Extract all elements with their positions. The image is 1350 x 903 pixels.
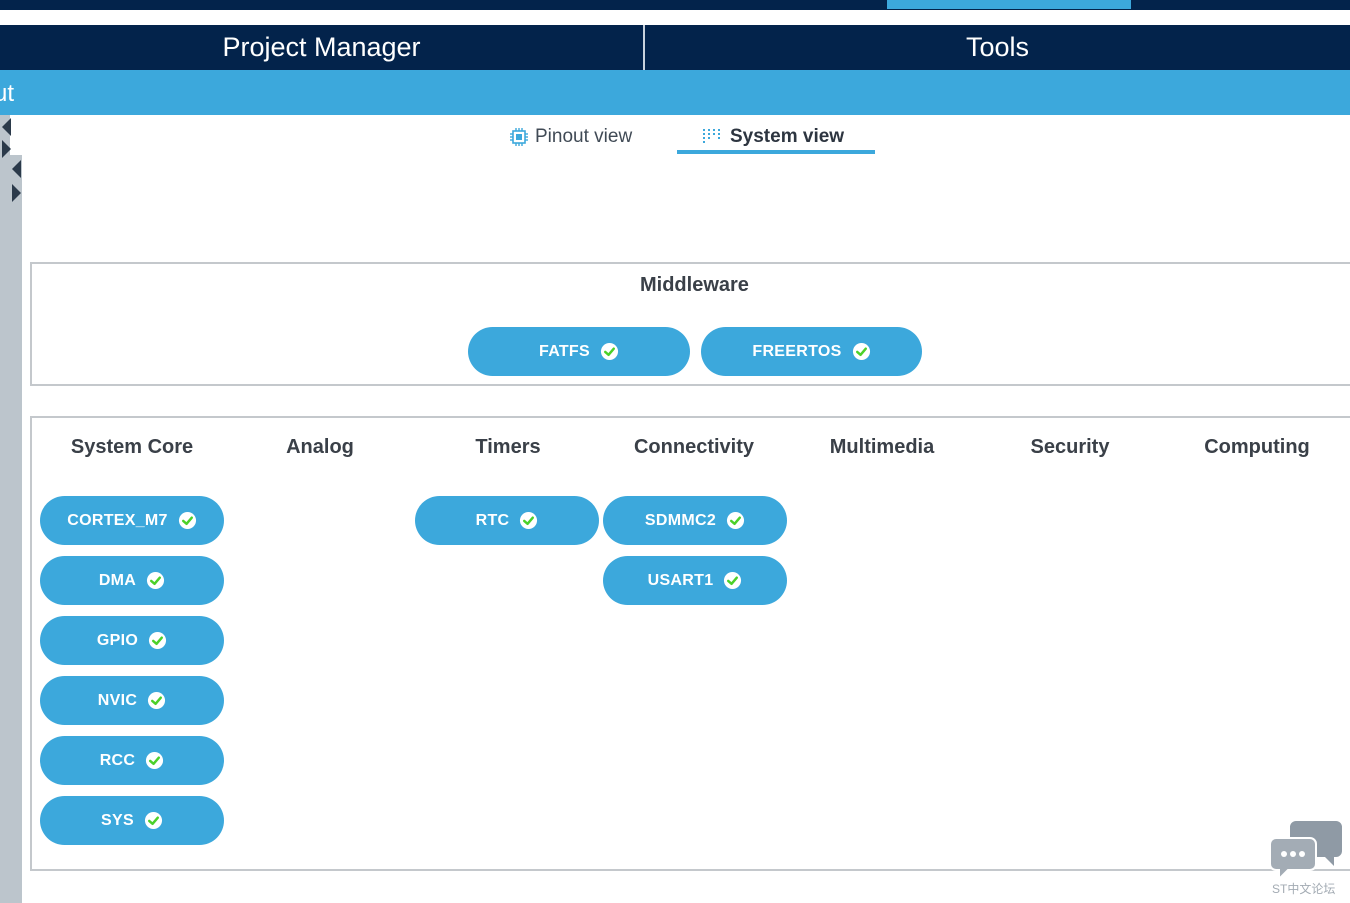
subbar-title: ut xyxy=(0,80,15,107)
collapse-left-arrow-icon-2[interactable] xyxy=(12,160,21,178)
peripheral-button-usart1[interactable]: USART1 xyxy=(603,556,787,605)
category-header-multimedia: Multimedia xyxy=(829,436,935,458)
peripheral-button-sdmmc2[interactable]: SDMMC2 xyxy=(603,496,787,545)
peripheral-button-dma[interactable]: DMA xyxy=(40,556,224,605)
pill-label: RCC xyxy=(99,751,136,769)
category-header-connectivity: Connectivity xyxy=(633,436,755,458)
category-header-security: Security xyxy=(1030,436,1110,458)
pinout-configuration-bar: ut xyxy=(0,70,1350,115)
tab-divider xyxy=(643,25,645,70)
peripheral-button-sys[interactable]: SYS xyxy=(40,796,224,845)
pinout-view-label: Pinout view xyxy=(535,126,633,147)
expand-right-arrow-icon-2[interactable] xyxy=(12,184,21,202)
peripheral-button-nvic[interactable]: NVIC xyxy=(40,676,224,725)
left-side-panel xyxy=(0,115,22,903)
middleware-title: Middleware xyxy=(640,274,749,296)
check-circle-icon xyxy=(178,511,196,530)
left-panel-gap xyxy=(10,115,22,155)
pill-label: GPIO xyxy=(96,631,139,649)
top-strip xyxy=(0,0,1350,10)
category-header-analog: Analog xyxy=(286,436,354,458)
chip-icon xyxy=(510,127,528,146)
top-strip-active-indicator xyxy=(887,0,1131,9)
system-grid-icon xyxy=(703,128,720,143)
expand-right-arrow-icon[interactable] xyxy=(2,140,11,158)
middleware-button-fatfs[interactable]: FATFS xyxy=(468,327,690,376)
check-circle-icon xyxy=(148,691,166,710)
check-circle-icon xyxy=(144,811,163,830)
tab-pinout-view[interactable]: Pinout view xyxy=(509,122,632,152)
pill-label: SYS xyxy=(101,811,134,829)
check-circle-icon xyxy=(147,571,165,590)
check-circle-icon xyxy=(600,342,619,361)
pill-label: NVIC xyxy=(97,691,138,709)
check-circle-icon xyxy=(727,511,745,530)
category-header-computing: Computing xyxy=(1204,436,1310,458)
tab-system-view[interactable]: System view xyxy=(702,122,844,152)
middleware-button-freertos[interactable]: FREERTOS xyxy=(701,327,922,376)
active-tab-underline xyxy=(677,150,875,154)
system-view-label: System view xyxy=(730,126,845,147)
main-tab-bar: Project Manager Tools xyxy=(0,25,1350,70)
category-header-system-core: System Core xyxy=(70,436,194,458)
category-header-timers: Timers xyxy=(475,436,541,458)
peripheral-button-rtc[interactable]: RTC xyxy=(415,496,599,545)
tab-tools[interactable]: Tools xyxy=(645,25,1350,70)
peripheral-button-cortex-m7[interactable]: CORTEX_M7 xyxy=(40,496,224,545)
check-circle-icon xyxy=(520,511,538,530)
categories-panel xyxy=(30,416,1350,871)
pill-label: SDMMC2 xyxy=(644,511,717,529)
pill-label: DMA xyxy=(98,571,137,589)
pill-label: RTC xyxy=(475,511,510,529)
pill-label: FATFS xyxy=(539,342,590,360)
check-circle-icon xyxy=(149,631,167,650)
peripheral-button-gpio[interactable]: GPIO xyxy=(40,616,224,665)
pill-label: USART1 xyxy=(647,571,714,589)
pill-label: FREERTOS xyxy=(752,342,842,360)
tab-project-manager[interactable]: Project Manager xyxy=(0,25,643,70)
check-circle-icon xyxy=(146,751,164,770)
check-circle-icon xyxy=(724,571,742,590)
check-circle-icon xyxy=(852,342,870,361)
peripheral-button-rcc[interactable]: RCC xyxy=(40,736,224,785)
pill-label: CORTEX_M7 xyxy=(67,511,168,529)
watermark-text: ST中文论坛 xyxy=(1272,882,1336,896)
collapse-left-arrow-icon[interactable] xyxy=(2,118,11,136)
